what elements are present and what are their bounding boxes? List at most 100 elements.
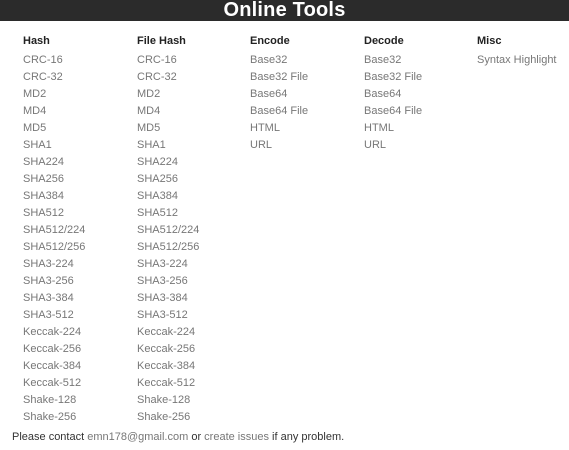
file-hash-tool-link[interactable]: SHA384 (137, 190, 178, 202)
file-hash-list-item: Keccak-256 (137, 339, 199, 356)
file-hash-tool-link[interactable]: MD2 (137, 88, 160, 100)
decode-tool-link[interactable]: Base64 (364, 88, 401, 100)
hash-tool-link[interactable]: SHA3-256 (23, 275, 74, 287)
decode-column: Decode Base32 Base32 File Base64 Base64 Fil… (364, 33, 422, 152)
file-hash-tool-link[interactable]: Keccak-256 (137, 343, 195, 355)
hash-tool-link[interactable]: SHA3-384 (23, 292, 74, 304)
file-hash-tool-link[interactable]: Shake-256 (137, 411, 190, 423)
file-hash-tool-link[interactable]: MD5 (137, 122, 160, 134)
hash-tool-link[interactable]: Keccak-512 (23, 377, 81, 389)
file-hash-tool-link[interactable]: Keccak-384 (137, 360, 195, 372)
hash-tool-link[interactable]: CRC-32 (23, 71, 63, 83)
tool-columns: Hash CRC-16 CRC-32 MD2 MD4 MD5 SHA1 SHA224 SHA2… (0, 21, 569, 423)
file-hash-tool-link[interactable]: SHA3-512 (137, 309, 188, 321)
hash-tool-link[interactable]: SHA512/224 (23, 224, 85, 236)
hash-list-item: SHA256 (23, 169, 85, 186)
encode-tool-link[interactable]: Base64 File (250, 105, 308, 117)
footer-suffix-text: if any problem. (268, 431, 345, 443)
hash-list-item: SHA3-224 (23, 254, 85, 271)
hash-list-item: Shake-256 (23, 407, 85, 424)
file-hash-tool-link[interactable]: SHA3-224 (137, 258, 188, 270)
file-hash-list-item: Shake-256 (137, 407, 199, 424)
hash-tool-link[interactable]: MD2 (23, 88, 46, 100)
hash-tool-link[interactable]: SHA512 (23, 207, 64, 219)
hash-tool-link[interactable]: SHA384 (23, 190, 64, 202)
file-hash-column: File Hash CRC-16 CRC-32 MD2 MD4 MD5 SHA1 SHA22… (137, 33, 199, 424)
hash-tool-link[interactable]: SHA1 (23, 139, 52, 151)
file-hash-tool-link[interactable]: SHA512/256 (137, 241, 199, 253)
hash-column: Hash CRC-16 CRC-32 MD2 MD4 MD5 SHA1 SHA224 SHA2… (23, 33, 85, 424)
hash-list-item: CRC-32 (23, 67, 85, 84)
encode-list-item: HTML (250, 118, 308, 135)
encode-tool-link[interactable]: Base64 (250, 88, 287, 100)
encode-tool-link[interactable]: Base32 (250, 54, 287, 66)
file-hash-tool-link[interactable]: SHA512 (137, 207, 178, 219)
hash-tool-link[interactable]: Keccak-256 (23, 343, 81, 355)
file-hash-tool-link[interactable]: Keccak-224 (137, 326, 195, 338)
file-hash-tool-link[interactable]: MD4 (137, 105, 160, 117)
decode-list-item: Base64 File (364, 101, 422, 118)
file-hash-tool-link[interactable]: SHA3-384 (137, 292, 188, 304)
hash-tool-link[interactable]: SHA3-512 (23, 309, 74, 321)
file-hash-tool-link[interactable]: SHA3-256 (137, 275, 188, 287)
hash-list-item: SHA1 (23, 135, 85, 152)
file-hash-list-item: SHA3-256 (137, 271, 199, 288)
hash-tool-link[interactable]: MD5 (23, 122, 46, 134)
encode-tool-link[interactable]: Base32 File (250, 71, 308, 83)
decode-list-item: Base64 (364, 84, 422, 101)
hash-tool-link[interactable]: Shake-256 (23, 411, 76, 423)
hash-list-item: MD4 (23, 101, 85, 118)
decode-heading: Decode (364, 35, 404, 47)
file-hash-list-item: SHA384 (137, 186, 199, 203)
site-title[interactable]: Online Tools (223, 0, 345, 21)
hash-tool-link[interactable]: CRC-16 (23, 54, 63, 66)
file-hash-tool-link[interactable]: CRC-16 (137, 54, 177, 66)
misc-tool-link[interactable]: Syntax Highlight (477, 54, 557, 66)
encode-list-item: Base32 File (250, 67, 308, 84)
footer-prefix-text: Please contact (12, 431, 88, 443)
hash-list-item: Shake-128 (23, 390, 85, 407)
file-hash-list-item: SHA256 (137, 169, 199, 186)
hash-tool-link[interactable]: Keccak-384 (23, 360, 81, 372)
encode-list-item: URL (250, 135, 308, 152)
file-hash-tool-link[interactable]: SHA1 (137, 139, 166, 151)
hash-tool-link[interactable]: MD4 (23, 105, 46, 117)
decode-tool-link[interactable]: URL (364, 139, 386, 151)
file-hash-tool-link[interactable]: Keccak-512 (137, 377, 195, 389)
encode-heading: Encode (250, 35, 290, 47)
site-header: Online Tools (0, 0, 569, 21)
hash-list-item: SHA3-512 (23, 305, 85, 322)
decode-list-item: HTML (364, 118, 422, 135)
hash-tool-link[interactable]: SHA512/256 (23, 241, 85, 253)
file-hash-list-item: CRC-32 (137, 67, 199, 84)
file-hash-tool-link[interactable]: SHA224 (137, 156, 178, 168)
file-hash-tool-link[interactable]: CRC-32 (137, 71, 177, 83)
file-hash-list-item: CRC-16 (137, 50, 199, 67)
decode-tool-link[interactable]: Base32 File (364, 71, 422, 83)
create-issues-link[interactable]: create issues (204, 431, 269, 443)
hash-tool-link[interactable]: SHA224 (23, 156, 64, 168)
decode-tool-link[interactable]: HTML (364, 122, 394, 134)
contact-email-link[interactable]: emn178@gmail.com (87, 431, 188, 443)
decode-tool-link[interactable]: Base64 File (364, 105, 422, 117)
hash-heading: Hash (23, 35, 50, 47)
file-hash-list-item: SHA512 (137, 203, 199, 220)
file-hash-tool-link[interactable]: SHA512/224 (137, 224, 199, 236)
file-hash-heading: File Hash (137, 35, 186, 47)
hash-list-item: MD2 (23, 84, 85, 101)
hash-tool-link[interactable]: Shake-128 (23, 394, 76, 406)
file-hash-tool-link[interactable]: SHA256 (137, 173, 178, 185)
file-hash-list-item: Keccak-512 (137, 373, 199, 390)
file-hash-tool-link[interactable]: Shake-128 (137, 394, 190, 406)
hash-tool-link[interactable]: Keccak-224 (23, 326, 81, 338)
encode-tool-link[interactable]: URL (250, 139, 272, 151)
hash-tool-link[interactable]: SHA3-224 (23, 258, 74, 270)
hash-list-item: SHA512 (23, 203, 85, 220)
hash-list-item: Keccak-224 (23, 322, 85, 339)
file-hash-list-item: Shake-128 (137, 390, 199, 407)
encode-tool-link[interactable]: HTML (250, 122, 280, 134)
footer-middle-text: or (188, 431, 205, 443)
file-hash-list-item: SHA512/224 (137, 220, 199, 237)
decode-tool-link[interactable]: Base32 (364, 54, 401, 66)
hash-tool-link[interactable]: SHA256 (23, 173, 64, 185)
